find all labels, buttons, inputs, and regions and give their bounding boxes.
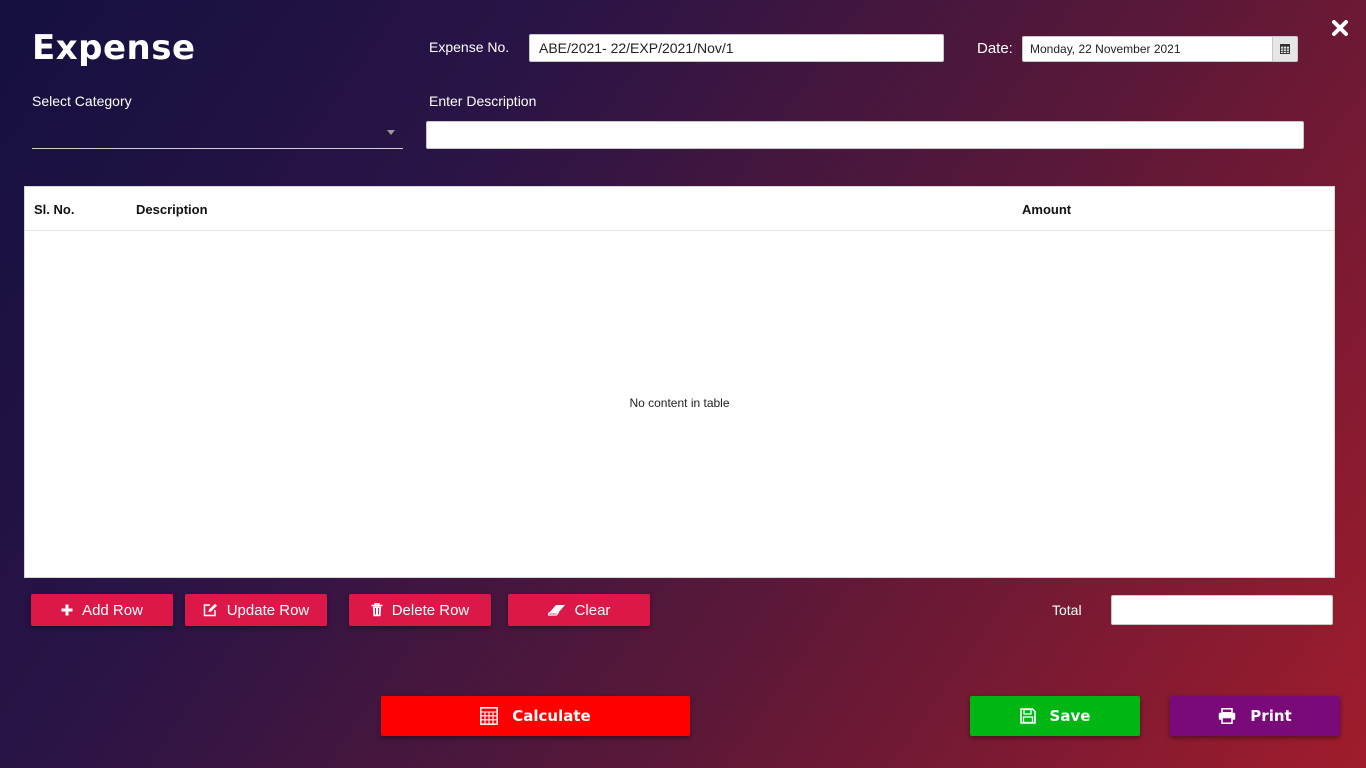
- date-label: Date:: [977, 40, 1013, 57]
- print-button[interactable]: Print: [1170, 696, 1340, 736]
- description-label: Enter Description: [429, 93, 537, 109]
- total-field[interactable]: [1111, 595, 1333, 625]
- expense-no-label: Expense No.: [429, 39, 510, 55]
- calculate-button[interactable]: Calculate: [381, 696, 690, 736]
- column-header-sl-no[interactable]: Sl. No.: [34, 202, 74, 217]
- calendar-button[interactable]: [1272, 37, 1297, 61]
- close-icon: [1332, 20, 1348, 36]
- floppy-disk-icon: [1019, 708, 1036, 724]
- plus-icon: [61, 604, 73, 616]
- column-header-description[interactable]: Description: [136, 202, 208, 217]
- table-empty-message: No content in table: [629, 396, 730, 410]
- expense-no-value: ABE/2021- 22/EXP/2021/Nov/1: [539, 40, 734, 56]
- chevron-down-icon: [387, 130, 395, 135]
- calendar-icon: [1280, 44, 1290, 54]
- update-row-button[interactable]: Update Row: [185, 594, 327, 626]
- page-title: Expense: [32, 28, 196, 68]
- expense-table[interactable]: Sl. No. Description Amount No content in…: [24, 186, 1335, 578]
- column-header-amount[interactable]: Amount: [1022, 202, 1071, 217]
- trash-icon: [371, 603, 383, 617]
- delete-row-label: Delete Row: [391, 601, 470, 619]
- description-input[interactable]: [426, 121, 1304, 149]
- calculator-icon: [480, 707, 499, 725]
- date-value: Monday, 22 November 2021: [1030, 42, 1181, 56]
- add-row-button[interactable]: Add Row: [31, 594, 173, 626]
- expense-no-field[interactable]: ABE/2021- 22/EXP/2021/Nov/1: [529, 34, 944, 62]
- category-select[interactable]: [32, 118, 403, 149]
- category-label: Select Category: [32, 93, 132, 109]
- close-button[interactable]: [1328, 16, 1352, 40]
- table-header: Sl. No. Description Amount: [25, 187, 1334, 231]
- printer-icon: [1218, 708, 1236, 724]
- update-row-label: Update Row: [226, 601, 310, 619]
- save-button[interactable]: Save: [970, 696, 1140, 736]
- save-label: Save: [1049, 707, 1091, 725]
- delete-row-button[interactable]: Delete Row: [349, 594, 491, 626]
- eraser-icon: [547, 604, 566, 616]
- clear-label: Clear: [574, 601, 611, 619]
- add-row-label: Add Row: [82, 601, 143, 619]
- calculate-label: Calculate: [512, 707, 591, 725]
- total-label: Total: [1052, 602, 1082, 618]
- date-picker[interactable]: Monday, 22 November 2021: [1022, 36, 1298, 62]
- edit-icon: [203, 603, 218, 617]
- clear-button[interactable]: Clear: [508, 594, 650, 626]
- print-label: Print: [1250, 707, 1292, 725]
